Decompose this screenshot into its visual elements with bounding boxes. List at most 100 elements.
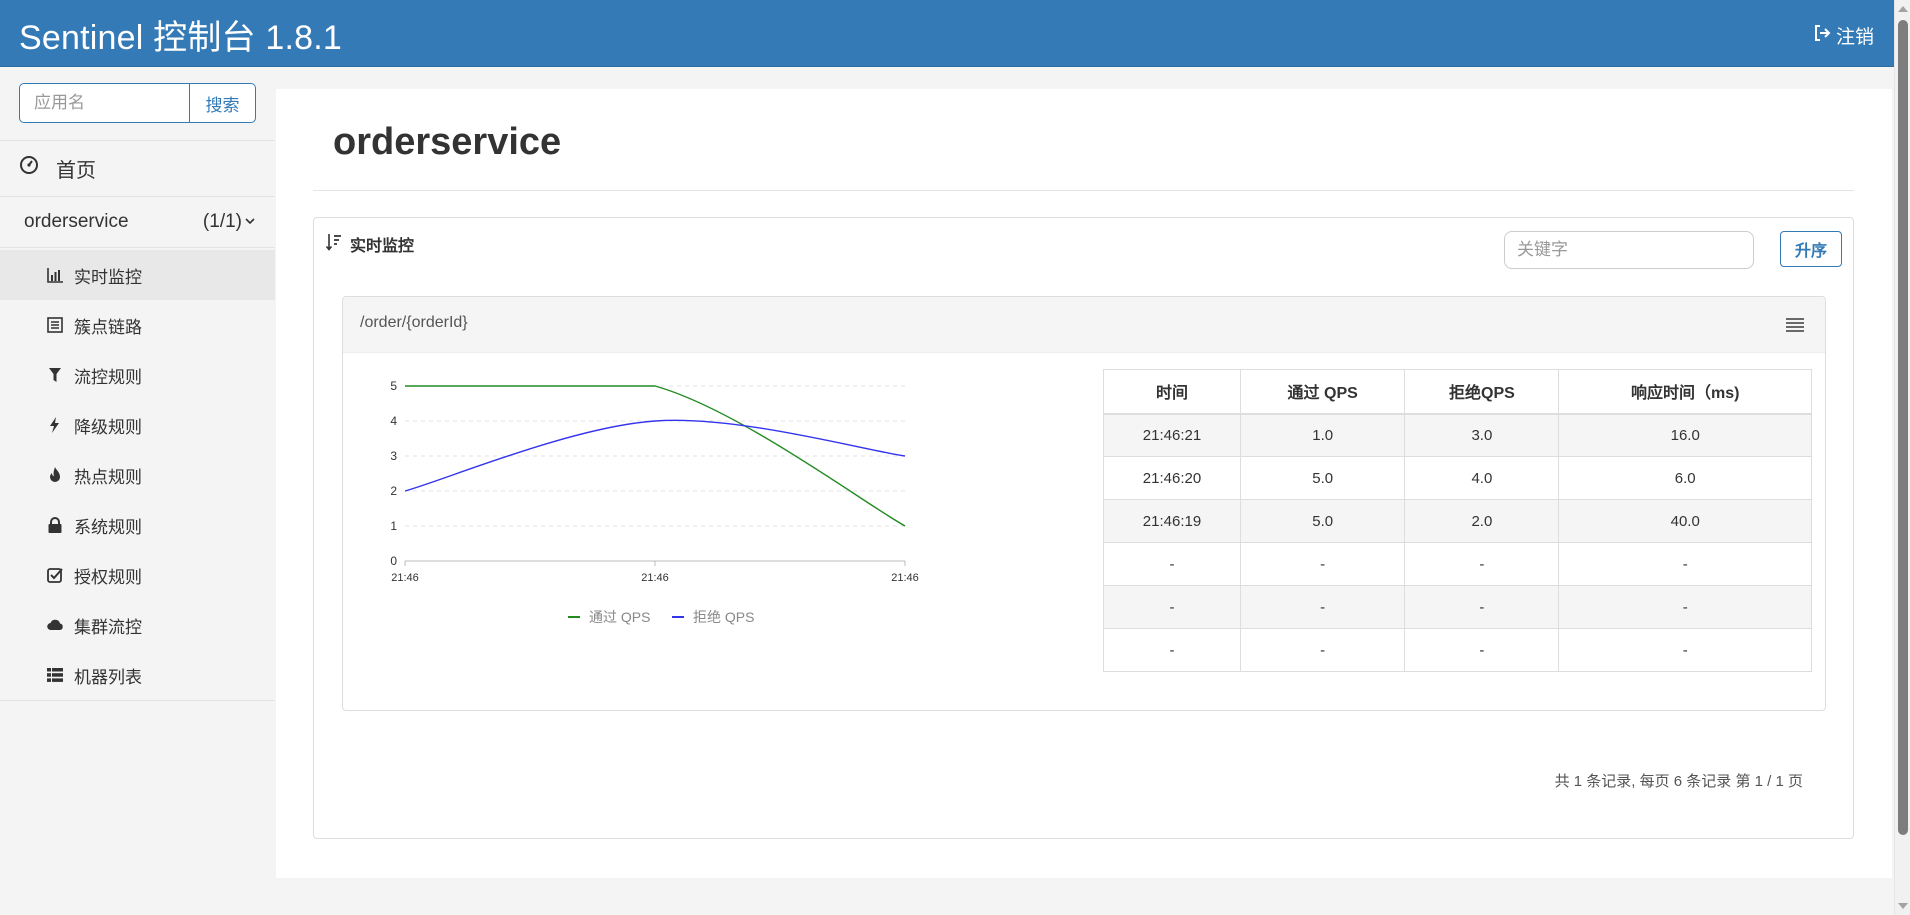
dashboard-icon [19,155,39,181]
logout-button[interactable]: 注销 [1812,22,1874,49]
col-block-qps-header: 拒绝QPS [1404,369,1560,415]
scroll-up-arrow-icon[interactable] [1898,6,1908,12]
sidebar: 搜索 首页 orderservice (1/1) 实时监控 簇点链路 [0,67,275,915]
app-search-input[interactable] [19,83,190,123]
brand-title[interactable]: Sentinel 控制台 1.8.1 [19,10,342,59]
table-cell: 21:46:21 [1103,413,1241,457]
table-list-icon [46,666,64,684]
cloud-icon [46,616,64,634]
pagination-info: 共 1 条记录, 每页 6 条记录 第 1 / 1 页 [1554,773,1803,790]
table-cell: - [1103,628,1241,672]
y-tick-label: 1 [390,519,397,533]
check-icon [46,566,64,584]
scroll-down-arrow-icon[interactable] [1898,903,1908,909]
app-name: orderservice [24,211,129,232]
logout-label: 注销 [1835,27,1874,48]
table-row: - - - - [1103,585,1812,629]
table-cell: 5.0 [1239,456,1406,500]
y-tick-label: 3 [390,449,397,463]
table-row: - - - - [1103,628,1812,672]
sidebar-item-label: 簇点链路 [74,317,142,337]
table-cell: 21:46:20 [1103,456,1241,500]
sidebar-item-hotspot-rules[interactable]: 热点规则 [0,450,275,500]
sidebar-item-degrade-rules[interactable]: 降级规则 [0,400,275,450]
divider [0,196,275,197]
sidebar-app-orderservice[interactable]: orderservice (1/1) [24,207,256,237]
col-pass-qps-header: 通过 QPS [1239,369,1406,415]
fire-icon [46,466,64,484]
filter-icon [46,366,64,384]
legend-label: 拒绝 QPS [693,609,754,625]
app-search: 搜索 [19,83,256,123]
page-title: orderservice [333,121,562,163]
sidebar-item-label: 降级规则 [74,417,142,437]
bar-chart-icon [46,266,64,284]
list-icon [46,316,64,334]
table-cell: - [1239,585,1406,629]
sidebar-item-flow-rules[interactable]: 流控规则 [0,350,275,400]
resource-name: /order/{orderId} [360,314,468,331]
sign-out-icon [1812,23,1832,49]
table-cell: 2.0 [1404,499,1560,543]
sidebar-item-label: 实时监控 [74,267,142,287]
table-row: 21:46:19 5.0 2.0 40.0 [1103,499,1812,543]
table-cell: - [1558,542,1812,586]
table-cell: 3.0 [1404,413,1560,457]
sidebar-item-label: 集群流控 [74,617,142,637]
sidebar-item-home[interactable]: 首页 [19,153,96,183]
page-scrollbar[interactable] [1894,0,1910,915]
y-tick-label: 4 [390,414,397,428]
chevron-down-icon [244,211,256,233]
main-content: orderservice 实时监控 升序 /order/{orderId} 0 1… [276,89,1892,878]
table-cell: - [1404,542,1560,586]
table-cell: 40.0 [1558,499,1812,543]
sidebar-item-label: 机器列表 [74,667,142,687]
hamburger-menu-icon[interactable] [1785,316,1805,334]
table-cell: 16.0 [1558,413,1812,457]
resource-card-header: /order/{orderId} [343,297,1825,353]
divider [0,140,275,141]
sidebar-item-label: 系统规则 [74,517,142,537]
x-tick-label: 21:46 [391,572,419,584]
table-cell: - [1239,542,1406,586]
app-menu: 实时监控 簇点链路 流控规则 降级规则 热点规则 系统规则 授权规则 集群流控 … [0,250,275,700]
table-cell: - [1558,628,1812,672]
table-cell: - [1558,585,1812,629]
sidebar-item-label: 热点规则 [74,467,142,487]
resource-card: /order/{orderId} 0 1 2 3 4 5 21:46 21:46 21:46 通过… [342,296,1826,711]
sidebar-item-realtime-monitor[interactable]: 实时监控 [0,250,275,300]
x-tick-label: 21:46 [891,572,919,584]
sidebar-item-auth-rules[interactable]: 授权规则 [0,550,275,600]
app-machine-count: (1/1) [202,211,242,232]
col-rt-header: 响应时间（ms) [1558,369,1812,415]
top-navbar: Sentinel 控制台 1.8.1 注销 [0,0,1894,67]
legend-label: 通过 QPS [589,609,650,625]
flash-icon [46,416,64,434]
table-cell: 5.0 [1239,499,1406,543]
lock-icon [46,516,64,534]
table-row: 21:46:21 1.0 3.0 16.0 [1103,413,1812,457]
divider [0,700,275,701]
col-time-header: 时间 [1103,369,1241,415]
sidebar-item-cluster-link[interactable]: 簇点链路 [0,300,275,350]
sidebar-item-label: 首页 [56,159,96,182]
scrollbar-thumb[interactable] [1898,20,1908,835]
panel-heading: 实时监控 [325,232,414,256]
sidebar-item-system-rules[interactable]: 系统规则 [0,500,275,550]
table-cell: - [1103,542,1241,586]
sort-ascending-button[interactable]: 升序 [1780,231,1842,267]
sidebar-item-cluster-flow[interactable]: 集群流控 [0,600,275,650]
y-tick-label: 2 [390,484,397,498]
qps-line-chart: 0 1 2 3 4 5 21:46 21:46 21:46 通过 QPS 拒绝 QPS [390,379,919,625]
realtime-monitor-panel: 实时监控 升序 /order/{orderId} 0 1 2 3 4 5 21:46 21:4… [313,217,1854,839]
divider [0,247,275,248]
table-cell: - [1103,585,1241,629]
y-tick-label: 5 [390,379,397,393]
sidebar-item-machine-list[interactable]: 机器列表 [0,650,275,700]
table-row: - - - - [1103,542,1812,586]
keyword-search-input[interactable] [1504,231,1754,269]
sort-amount-icon [325,233,342,256]
y-tick-label: 0 [390,554,397,568]
search-button[interactable]: 搜索 [190,83,256,123]
table-cell: 21:46:19 [1103,499,1241,543]
